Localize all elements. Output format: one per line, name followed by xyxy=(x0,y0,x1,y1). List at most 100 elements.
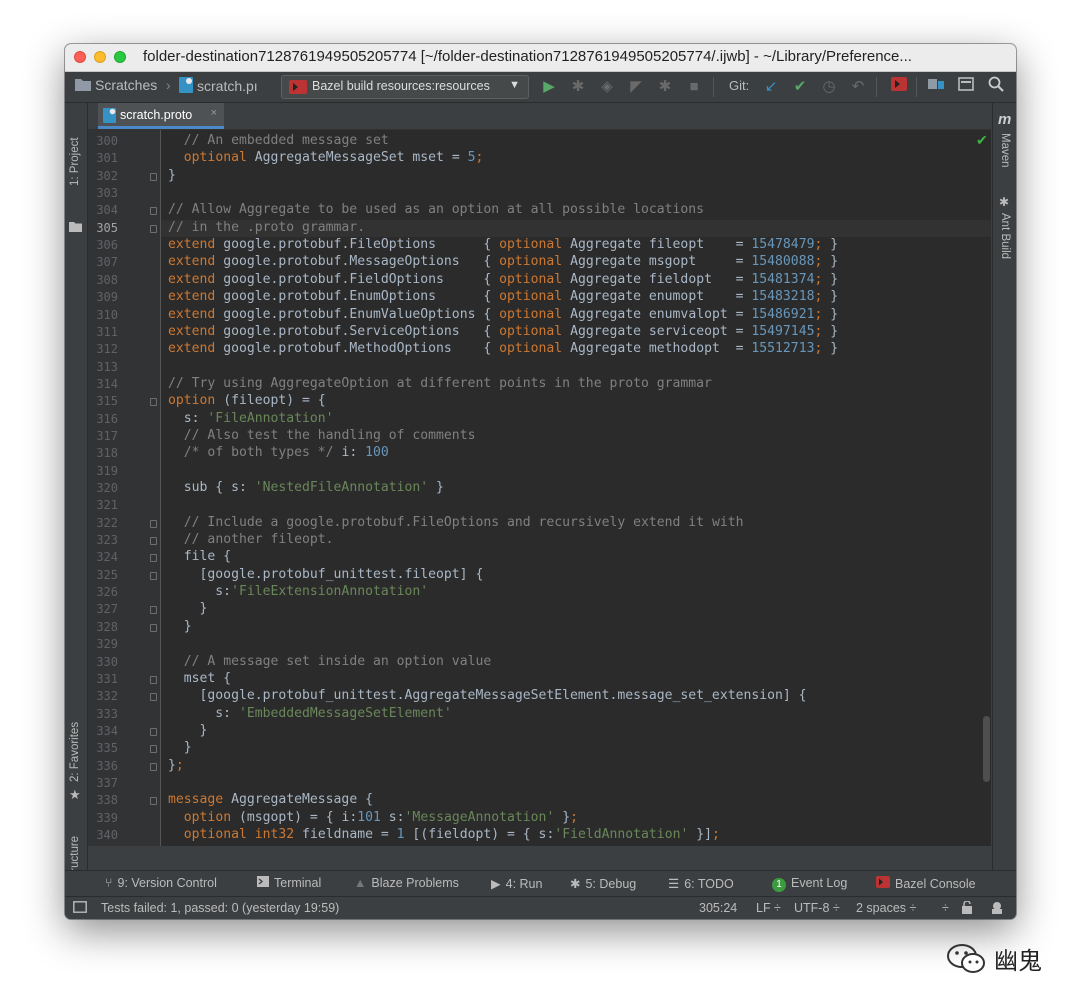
code-line[interactable]: extend google.protobuf.MessageOptions { … xyxy=(168,254,838,269)
version-control-label: 9: Version Control xyxy=(117,876,217,890)
code-line[interactable]: mset { xyxy=(168,671,231,686)
fold-marker-icon[interactable] xyxy=(150,606,157,615)
caret-position[interactable]: 305:24 xyxy=(699,901,737,915)
fold-marker-icon[interactable] xyxy=(150,727,157,736)
code-line[interactable]: s: 'EmbeddedMessageSetElement' xyxy=(168,706,452,721)
code-line[interactable]: extend google.protobuf.MethodOptions { o… xyxy=(168,341,838,356)
fold-marker-icon[interactable] xyxy=(150,745,157,754)
code-line[interactable]: // in the .proto grammar. xyxy=(168,220,365,235)
zoom-window-button[interactable] xyxy=(114,51,126,63)
presentation-mode-icon[interactable] xyxy=(955,76,977,98)
editor-scrollbar-thumb[interactable] xyxy=(983,716,990,782)
code-line[interactable]: s: 'FileAnnotation' xyxy=(168,411,334,426)
code-line[interactable]: option (msgopt) = { i:101 s:'MessageAnno… xyxy=(168,810,578,825)
fold-marker-icon[interactable] xyxy=(150,207,157,216)
code-line[interactable]: [google.protobuf_unittest.AggregateMessa… xyxy=(168,688,807,703)
code-line[interactable]: /* of both types */ i: 100 xyxy=(168,445,389,460)
code-line[interactable]: [google.protobuf_unittest.fileopt] { xyxy=(168,567,484,582)
git-commit-icon[interactable]: ✔ xyxy=(789,76,811,98)
fold-marker-icon[interactable] xyxy=(150,224,157,233)
inspector-hector-icon[interactable] xyxy=(990,901,1004,918)
todo-tool-button[interactable]: ☰ 6: TODO xyxy=(668,876,734,891)
run-tool-button[interactable]: ▶ 4: Run xyxy=(491,876,542,891)
line-separator-selector[interactable]: LF ÷ xyxy=(756,901,781,915)
code-line[interactable]: extend google.protobuf.EnumOptions { opt… xyxy=(168,289,838,304)
fold-marker-icon[interactable] xyxy=(150,554,157,563)
code-line[interactable]: optional AggregateMessageSet mset = 5; xyxy=(168,150,484,165)
code-line[interactable]: } xyxy=(168,168,176,183)
code-line[interactable]: // Try using AggregateOption at differen… xyxy=(168,376,712,391)
code-line[interactable]: // Allow Aggregate to be used as an opti… xyxy=(168,202,704,217)
run-configuration-dropdown[interactable]: Bazel build resources:resources ▼ xyxy=(281,75,529,99)
code-line[interactable]: optional int32 fieldname = 1 [(fieldopt)… xyxy=(168,827,720,842)
indent-selector[interactable]: 2 spaces ÷ xyxy=(856,901,916,915)
fold-marker-icon[interactable] xyxy=(150,623,157,632)
git-revert-icon[interactable]: ↶ xyxy=(847,76,869,98)
coverage-icon[interactable]: ◈ xyxy=(596,76,618,98)
minimize-window-button[interactable] xyxy=(94,51,106,63)
code-line[interactable]: } xyxy=(168,723,208,738)
code-editor[interactable]: // An embedded message set optional Aggr… xyxy=(161,130,991,846)
vcs-branch-selector[interactable]: ÷ xyxy=(942,901,949,915)
blaze-problems-tool-button[interactable]: ▲ Blaze Problems xyxy=(354,876,459,890)
code-line[interactable]: // another fileopt. xyxy=(168,532,334,547)
code-line[interactable]: extend google.protobuf.FileOptions { opt… xyxy=(168,237,838,252)
line-number: 333 xyxy=(96,706,118,721)
code-line[interactable]: // Include a google.protobuf.FileOptions… xyxy=(168,515,744,530)
code-line[interactable]: option (fileopt) = { xyxy=(168,393,326,408)
bazel-console-tool-button[interactable]: Bazel Console xyxy=(876,876,976,891)
event-log-tool-button[interactable]: 1 Event Log xyxy=(772,876,847,892)
code-line[interactable]: // An embedded message set xyxy=(168,133,389,148)
ant-build-tool-button[interactable]: Ant Build xyxy=(999,213,1011,259)
code-line[interactable]: // Also test the handling of comments xyxy=(168,428,476,443)
breadcrumb-file[interactable]: scratch.pı xyxy=(179,77,258,94)
fold-marker-icon[interactable] xyxy=(150,537,157,546)
run-icon[interactable]: ▶ xyxy=(538,76,560,98)
code-line[interactable]: } xyxy=(168,601,208,616)
fold-marker-icon[interactable] xyxy=(150,762,157,771)
attach-debugger-icon[interactable]: ✱ xyxy=(654,76,676,98)
bazel-sync-icon[interactable] xyxy=(888,76,910,98)
search-icon[interactable] xyxy=(985,76,1007,98)
code-line[interactable]: } xyxy=(168,740,192,755)
code-line[interactable]: extend google.protobuf.EnumValueOptions … xyxy=(168,307,838,322)
ide-window: folder-destination7128761949505205774 [~… xyxy=(65,44,1016,919)
code-line[interactable]: extend google.protobuf.ServiceOptions { … xyxy=(168,324,838,339)
terminal-tool-button[interactable]: Terminal xyxy=(257,876,321,890)
debug-bug-icon[interactable]: ✱ xyxy=(567,76,589,98)
code-line[interactable]: file { xyxy=(168,549,231,564)
git-update-icon[interactable]: ↙ xyxy=(760,76,782,98)
fold-marker-icon[interactable] xyxy=(150,693,157,702)
code-line[interactable]: // A message set inside an option value xyxy=(168,654,491,669)
line-number: 334 xyxy=(96,723,118,738)
maven-tool-button[interactable]: Maven xyxy=(999,133,1011,168)
favorites-tool-button[interactable]: 2: Favorites xyxy=(69,722,81,782)
fold-marker-icon[interactable] xyxy=(150,172,157,181)
encoding-selector[interactable]: UTF-8 ÷ xyxy=(794,901,840,915)
git-history-icon[interactable]: ◷ xyxy=(818,76,840,98)
project-structure-icon[interactable] xyxy=(925,76,947,98)
code-line[interactable]: extend google.protobuf.FieldOptions { op… xyxy=(168,272,838,287)
fold-marker-icon[interactable] xyxy=(150,519,157,528)
code-line[interactable]: message AggregateMessage { xyxy=(168,792,373,807)
status-message[interactable]: Tests failed: 1, passed: 0 (yesterday 19… xyxy=(101,901,339,915)
project-tool-button[interactable]: 1: Project xyxy=(69,137,81,186)
toggle-tool-windows-icon[interactable] xyxy=(73,901,87,916)
close-tab-icon[interactable]: × xyxy=(211,107,217,119)
lock-icon[interactable] xyxy=(961,900,973,917)
fold-marker-icon[interactable] xyxy=(150,571,157,580)
tab-scratch-proto[interactable]: scratch.proto × xyxy=(98,103,224,129)
debug-tool-button[interactable]: ✱ 5: Debug xyxy=(570,876,636,891)
profile-icon[interactable]: ◤ xyxy=(625,76,647,98)
breadcrumb-scratches[interactable]: Scratches xyxy=(75,77,157,93)
fold-marker-icon[interactable] xyxy=(150,675,157,684)
version-control-tool-button[interactable]: ⑂ 9: Version Control xyxy=(105,876,217,890)
code-line[interactable]: } xyxy=(168,619,192,634)
fold-marker-icon[interactable] xyxy=(150,797,157,806)
code-line[interactable]: }; xyxy=(168,758,184,773)
code-line[interactable]: sub { s: 'NestedFileAnnotation' } xyxy=(168,480,444,495)
code-line[interactable]: s:'FileExtensionAnnotation' xyxy=(168,584,428,599)
stop-icon[interactable]: ■ xyxy=(683,76,705,98)
close-window-button[interactable] xyxy=(74,51,86,63)
fold-marker-icon[interactable] xyxy=(150,398,157,407)
